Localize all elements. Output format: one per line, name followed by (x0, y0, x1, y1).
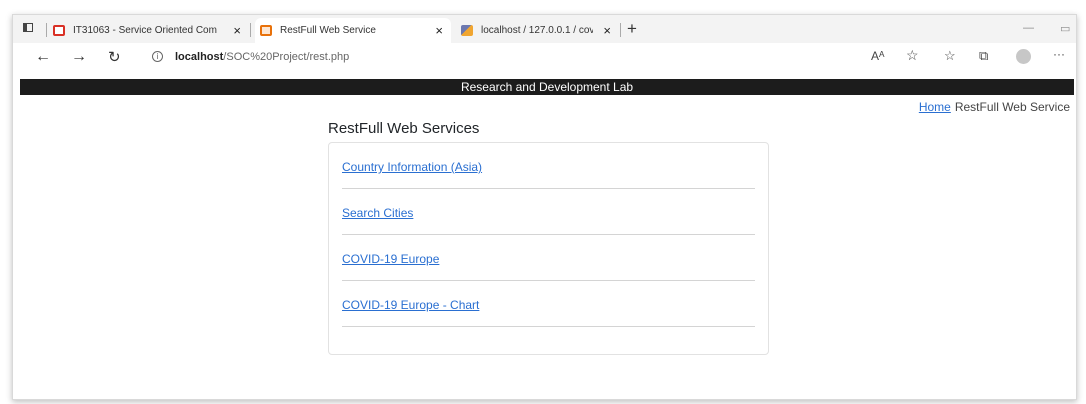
close-icon[interactable]: × (233, 23, 241, 38)
minimize-icon[interactable]: — (1023, 22, 1034, 34)
breadcrumb: Home RestFull Web Service (919, 100, 1070, 114)
address-bar: ← → ↻ i localhost/SOC%20Project/rest.php… (13, 43, 1076, 72)
breadcrumb-home-link[interactable]: Home (919, 100, 951, 114)
restore-icon[interactable]: ▭ (1060, 22, 1070, 35)
forward-icon[interactable]: → (71, 48, 87, 66)
services-list-card: Country Information (Asia) Search Cities… (328, 142, 769, 355)
web-page: Research and Development Lab Home RestFul… (13, 72, 1076, 399)
list-item: Country Information (Asia) (342, 143, 755, 189)
profile-avatar[interactable] (1016, 49, 1031, 64)
url-path: /SOC%20Project/rest.php (223, 51, 350, 63)
country-information-link[interactable]: Country Information (Asia) (342, 160, 482, 174)
tab-divider (46, 23, 47, 37)
tab-service-oriented[interactable]: IT31063 - Service Oriented Com × (53, 18, 249, 43)
favorites-icon[interactable]: ☆ (944, 48, 956, 64)
site-header: Research and Development Lab (20, 79, 1074, 95)
tab-title: localhost / 127.0.0.1 / covid2023 (481, 25, 593, 36)
info-icon[interactable]: i (152, 51, 163, 62)
document-icon (260, 25, 272, 36)
tab-divider (250, 23, 251, 37)
covid-europe-chart-link[interactable]: COVID-19 Europe - Chart (342, 298, 479, 312)
tab-divider (620, 23, 621, 37)
browser-window: IT31063 - Service Oriented Com × RestFul… (12, 14, 1077, 400)
tab-phpmyadmin[interactable]: localhost / 127.0.0.1 / covid2023 × (461, 18, 619, 43)
list-item: COVID-19 Europe - Chart (342, 281, 755, 327)
covid-europe-link[interactable]: COVID-19 Europe (342, 252, 439, 266)
document-icon (53, 25, 65, 36)
list-item: COVID-19 Europe (342, 235, 755, 281)
tab-restfull[interactable]: RestFull Web Service × (255, 18, 451, 43)
tab-title: IT31063 - Service Oriented Com (73, 25, 217, 36)
favorite-star-icon[interactable]: ☆ (906, 47, 919, 64)
tab-actions-icon[interactable] (23, 23, 33, 32)
url-field[interactable]: localhost/SOC%20Project/rest.php (175, 51, 349, 63)
refresh-icon[interactable]: ↻ (108, 48, 121, 66)
tab-strip: IT31063 - Service Oriented Com × RestFul… (13, 15, 1076, 43)
phpmyadmin-icon (461, 25, 473, 36)
close-icon[interactable]: × (603, 23, 611, 38)
breadcrumb-current: RestFull Web Service (954, 100, 1070, 114)
read-aloud-icon[interactable]: Aᴬ (871, 49, 884, 63)
back-icon[interactable]: ← (35, 48, 51, 66)
more-menu-icon[interactable]: ··· (1053, 47, 1065, 61)
tab-title: RestFull Web Service (280, 25, 376, 36)
url-host: localhost (175, 51, 224, 63)
close-icon[interactable]: × (435, 23, 443, 38)
list-item: Search Cities (342, 189, 755, 235)
new-tab-button[interactable]: + (627, 19, 637, 39)
page-title: RestFull Web Services (328, 120, 480, 137)
collections-icon[interactable]: ⧉ (979, 48, 988, 64)
search-cities-link[interactable]: Search Cities (342, 206, 413, 220)
